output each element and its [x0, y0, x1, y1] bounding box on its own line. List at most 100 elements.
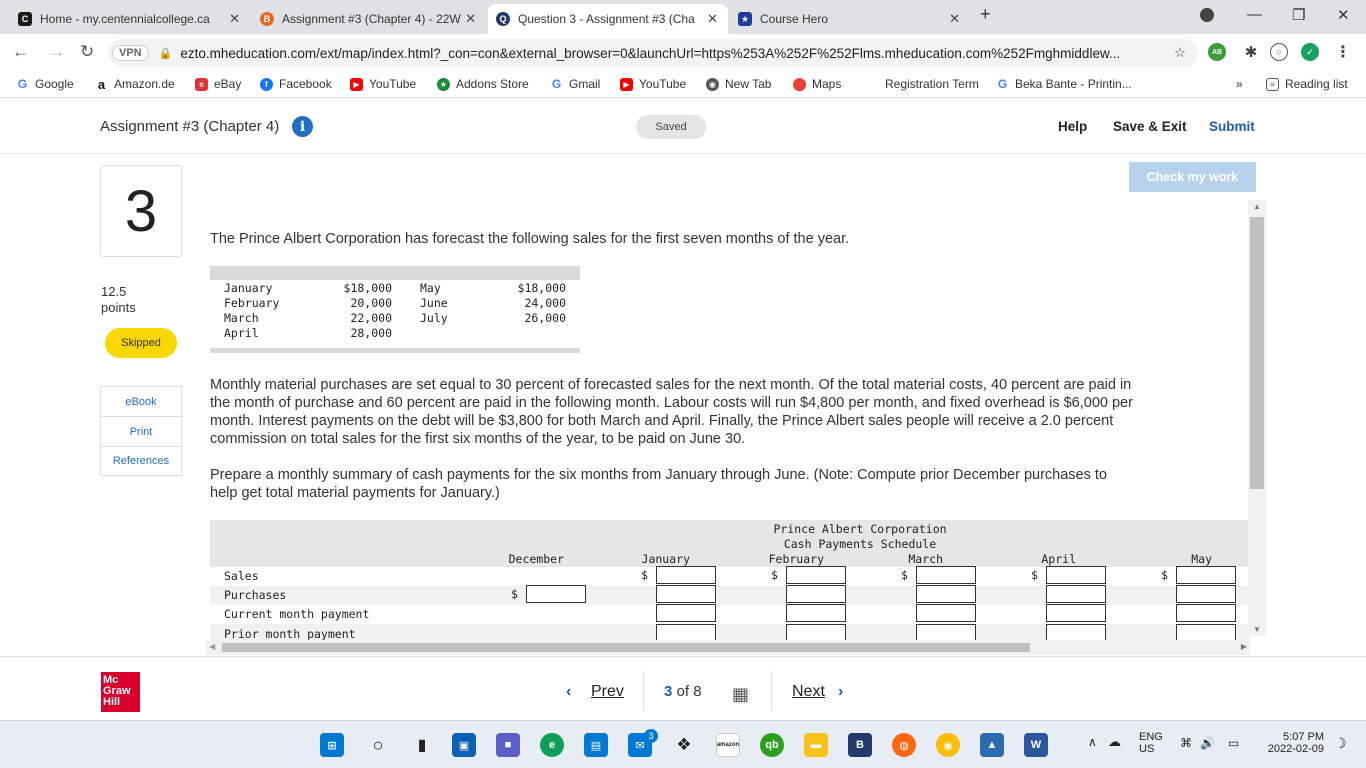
- edge-icon[interactable]: e: [540, 733, 564, 757]
- windows-start-icon[interactable]: ⊞: [320, 733, 344, 757]
- prior-payment-april-input[interactable]: [1046, 624, 1106, 640]
- vertical-scroll-thumb[interactable]: [1250, 217, 1264, 489]
- notification-moon-icon[interactable]: ☽: [1334, 735, 1347, 752]
- prior-payment-march-input[interactable]: [916, 624, 976, 640]
- vpn-badge[interactable]: VPN: [112, 45, 149, 61]
- info-icon[interactable]: i: [292, 116, 313, 137]
- menu-dots-icon[interactable]: ⋮: [1334, 43, 1352, 61]
- tab-coursehero[interactable]: ★ Course Hero ✕: [730, 4, 970, 34]
- scroll-right-icon[interactable]: ▶: [1241, 642, 1247, 651]
- bookmarks-more[interactable]: »: [1236, 77, 1243, 91]
- bookmark-newtab[interactable]: ◉ New Tab: [706, 77, 771, 91]
- close-icon[interactable]: ✕: [229, 11, 240, 27]
- bookmark-ebay[interactable]: e eBay: [195, 77, 241, 91]
- current-payment-april-input[interactable]: [1046, 604, 1106, 622]
- bookmark-facebook[interactable]: f Facebook: [260, 77, 332, 91]
- bookmark-youtube[interactable]: ▶ YouTube: [350, 77, 416, 91]
- submit-button[interactable]: Submit: [1209, 119, 1255, 134]
- sales-january-input[interactable]: [656, 566, 716, 584]
- check-my-work-button[interactable]: Check my work: [1129, 162, 1256, 192]
- bookmark-beka[interactable]: G Beka Bante - Printin...: [996, 77, 1132, 91]
- prior-payment-january-input[interactable]: [656, 624, 716, 640]
- app-b-icon[interactable]: B: [848, 733, 872, 757]
- purchases-march-input[interactable]: [916, 585, 976, 603]
- current-payment-january-input[interactable]: [656, 604, 716, 622]
- restore-icon[interactable]: ❐: [1292, 6, 1305, 24]
- purchases-december-input[interactable]: [526, 585, 586, 603]
- sales-february-input[interactable]: [786, 566, 846, 584]
- sales-march-input[interactable]: [916, 566, 976, 584]
- store-icon[interactable]: ▤: [584, 733, 608, 757]
- search-icon[interactable]: ○: [366, 733, 390, 757]
- tab-home[interactable]: C Home - my.centennialcollege.ca ✕: [10, 4, 250, 34]
- photos-icon[interactable]: ▲: [980, 733, 1004, 757]
- extensions-puzzle-icon[interactable]: ✱: [1242, 43, 1260, 61]
- references-link[interactable]: References: [101, 447, 181, 475]
- task-view-icon[interactable]: ▮: [410, 733, 434, 757]
- quickbooks-icon[interactable]: qb: [760, 733, 784, 757]
- ebook-link[interactable]: eBook: [101, 387, 181, 417]
- current-payment-may-input[interactable]: [1176, 604, 1236, 622]
- reload-icon[interactable]: ↻: [80, 42, 94, 62]
- bookmark-gmail[interactable]: G Gmail: [550, 77, 600, 91]
- firefox-icon[interactable]: ◍: [892, 733, 916, 757]
- next-button[interactable]: Next: [792, 683, 825, 701]
- close-icon[interactable]: ✕: [465, 11, 476, 27]
- grid-icon[interactable]: ▦: [732, 684, 749, 705]
- new-tab-button[interactable]: +: [980, 4, 991, 25]
- volume-icon[interactable]: 🔊: [1200, 736, 1215, 750]
- shield-check-icon[interactable]: ✓: [1301, 43, 1319, 61]
- current-payment-february-input[interactable]: [786, 604, 846, 622]
- tab-search-icon[interactable]: [1200, 8, 1214, 22]
- reading-list[interactable]: ≡ Reading list: [1266, 77, 1348, 91]
- bookmark-maps[interactable]: ⬤ Maps: [792, 76, 841, 91]
- sales-april-input[interactable]: [1046, 566, 1106, 584]
- scroll-up-icon[interactable]: ▲: [1253, 202, 1261, 211]
- back-icon[interactable]: ←: [12, 42, 29, 62]
- network-icon[interactable]: ⌘: [1180, 736, 1192, 750]
- horizontal-scroll-thumb[interactable]: [222, 643, 1030, 652]
- vertical-scrollbar[interactable]: ▲ ▼: [1248, 200, 1266, 636]
- bookmark-star-icon[interactable]: ☆: [1174, 45, 1186, 61]
- chevron-left-icon[interactable]: ‹: [566, 683, 571, 701]
- amazon-app-icon[interactable]: amazon: [716, 733, 740, 757]
- tab-assignment[interactable]: B Assignment #3 (Chapter 4) - 22W ✕: [252, 4, 486, 34]
- prev-button[interactable]: Prev: [591, 683, 624, 701]
- extension-ab-icon[interactable]: AB: [1208, 43, 1226, 61]
- sales-may-input[interactable]: [1176, 566, 1236, 584]
- bookmark-amazon[interactable]: a Amazon.de: [95, 77, 175, 92]
- forward-icon[interactable]: →: [48, 42, 65, 62]
- page-indicator[interactable]: 3 of 8: [664, 683, 702, 700]
- tray-overflow-icon[interactable]: ∧: [1088, 735, 1097, 749]
- tab-question[interactable]: Q Question 3 - Assignment #3 (Cha ✕: [488, 4, 728, 34]
- scroll-left-icon[interactable]: ◀: [209, 642, 215, 651]
- purchases-april-input[interactable]: [1046, 585, 1106, 603]
- save-exit-button[interactable]: Save & Exit: [1113, 119, 1187, 134]
- bookmark-youtube-2[interactable]: ▶ YouTube: [620, 77, 686, 91]
- prior-payment-february-input[interactable]: [786, 624, 846, 640]
- file-explorer-icon[interactable]: ▬: [804, 733, 828, 757]
- prior-payment-may-input[interactable]: [1176, 624, 1236, 640]
- lock-icon[interactable]: 🔒: [159, 47, 173, 60]
- bookmark-google[interactable]: G Google: [16, 77, 74, 91]
- close-icon[interactable]: ✕: [949, 11, 960, 27]
- chrome-icon[interactable]: ◉: [936, 733, 960, 757]
- dropbox-icon[interactable]: ❖: [672, 733, 696, 757]
- word-icon[interactable]: W: [1024, 733, 1048, 757]
- purchases-february-input[interactable]: [786, 585, 846, 603]
- language-indicator[interactable]: ENG US: [1139, 731, 1163, 755]
- chevron-right-icon[interactable]: ›: [838, 683, 843, 701]
- scroll-down-icon[interactable]: ▼: [1253, 625, 1261, 634]
- close-icon[interactable]: ✕: [707, 11, 718, 27]
- bookmark-registration[interactable]: Registration Term: [885, 77, 979, 91]
- bookmark-addons[interactable]: ★ Addons Store: [437, 77, 529, 91]
- profile-icon[interactable]: ○: [1270, 43, 1288, 61]
- help-button[interactable]: Help: [1058, 119, 1087, 134]
- battery-icon[interactable]: ▭: [1228, 736, 1239, 750]
- widgets-icon[interactable]: ▣: [452, 733, 476, 757]
- window-close-icon[interactable]: ✕: [1337, 6, 1350, 24]
- purchases-may-input[interactable]: [1176, 585, 1236, 603]
- purchases-january-input[interactable]: [656, 585, 716, 603]
- onedrive-icon[interactable]: ☁: [1108, 734, 1121, 750]
- url-bar[interactable]: VPN 🔒 ezto.mheducation.com/ext/map/index…: [108, 39, 1198, 67]
